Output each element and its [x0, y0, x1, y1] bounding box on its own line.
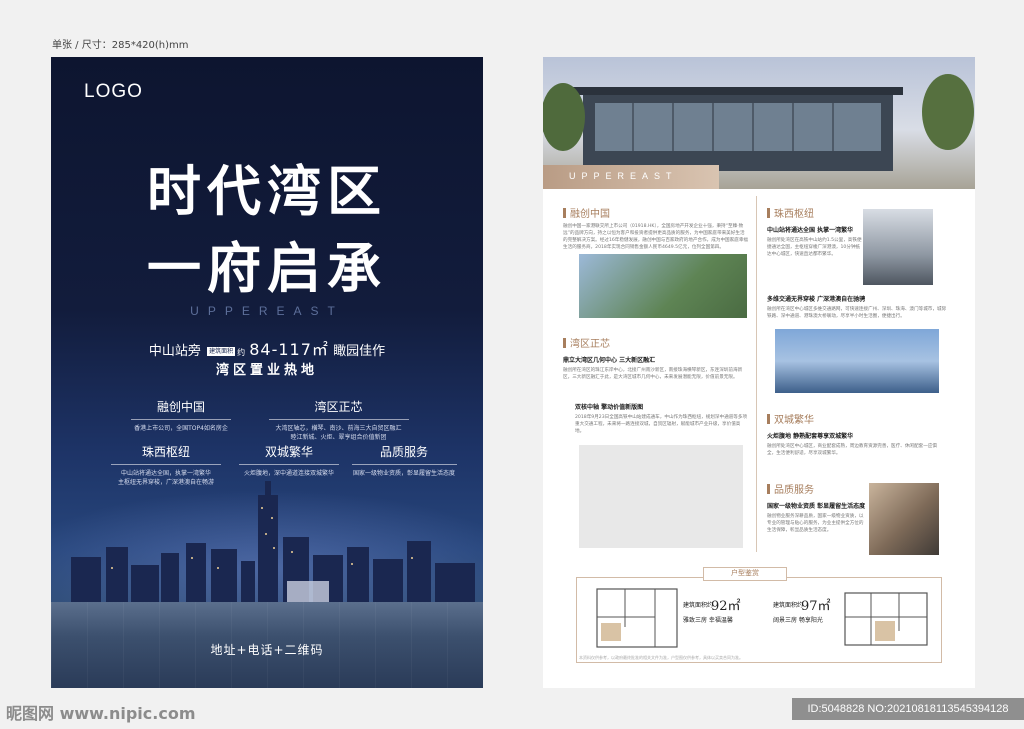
- plan-a-desc: 雅致三房 幸福温馨: [683, 617, 733, 624]
- image-placeholder: [579, 445, 743, 548]
- feature-title: 双城繁华: [264, 445, 313, 459]
- section-heading: 融创中国: [563, 205, 748, 220]
- floor-plan-a-drawing: [596, 588, 678, 648]
- heading-bar: [767, 413, 770, 424]
- aerial-photo: [579, 254, 747, 318]
- watermark-logo: 昵图网 www.nipic.com: [6, 700, 196, 724]
- station-text: 中山站旁: [148, 344, 201, 359]
- feature-desc: 大湾区轴芯，横琴、南沙、前海三大自贸区融汇 睦江新城、火炬、翠亨组合价值新团: [275, 425, 402, 441]
- area-tag: 建筑面积: [207, 347, 236, 356]
- area-prefix: 约: [237, 348, 246, 357]
- back-poster: UPPEREAST 融创中国 融创中国一家港联交所上市公司（01918.HK），…: [543, 57, 975, 688]
- feature-title: 珠西枢纽: [141, 445, 190, 459]
- section-text: 融创所在湾区中心城区多维交通路网，可快速连接广州、深圳、珠海、澳门等城市，城际铁…: [767, 307, 947, 319]
- section-heading: 品质服务: [767, 481, 867, 496]
- feature-service: 品质服务 国家一级物业资质，彰显履留生活态度: [339, 443, 469, 478]
- footer-disclaimer: 本资料仅供参考，以政府最终批准的相关文件为准，户型图仅供参考，具体以买卖合同为准…: [579, 655, 743, 660]
- section-heading: 双城繁华: [767, 411, 942, 426]
- column-divider: [756, 196, 757, 552]
- section-text: 2018年9月23日全国高铁中山站建成通车，中山作为珠西枢纽，规划深中通道等多项…: [575, 415, 748, 434]
- heading-text: 双城繁华: [774, 415, 814, 426]
- section-dual-core: 双核中轴 擎动价值新版图 2018年9月23日全国高铁中山站建成通车，中山作为珠…: [575, 397, 748, 435]
- plan-b-area: 97㎡: [801, 599, 831, 614]
- heading-text: 珠西枢纽: [774, 209, 814, 220]
- divider: [131, 419, 231, 420]
- divider: [268, 419, 409, 420]
- train-photo: [863, 209, 933, 285]
- area-suffix: 瞰园佳作: [333, 344, 386, 359]
- section-subtitle: 鼎立大湾区几何中心 三大新区融汇: [563, 357, 656, 364]
- headline-line-2: 一府启承: [147, 236, 387, 300]
- heading-bar: [767, 483, 770, 494]
- section-hub: 珠西枢纽 中山站将通达全国 执掌一湾繁华 融创所处湾区在高铁中山站约1.5公里，…: [767, 205, 862, 258]
- section-service: 品质服务 国家一级物业资质 彰显履留生活态度 融创物业服务深耕品质，国家一级物业…: [767, 481, 867, 534]
- watermark-text: 昵图网 www.nipic.com: [6, 704, 196, 723]
- plan-a-label: 建筑面积约: [683, 602, 714, 609]
- heading-bar: [563, 337, 566, 348]
- bridge-photo: [775, 329, 939, 393]
- image-id-bar: ID:5048828 NO:20210818113545394128: [792, 698, 1024, 720]
- heading-bar: [767, 207, 770, 218]
- section-transport: 多维交通无界穿梭 广深港澳自在驰骋 融创所在湾区中心城区多维交通路网，可快速连接…: [767, 289, 947, 320]
- section-heading: 湾区正芯: [563, 335, 748, 350]
- address-contact: 地址+电话+二维码: [210, 643, 324, 657]
- heading-bar: [563, 207, 566, 218]
- plan-a-area: 92㎡: [711, 599, 741, 614]
- feature-bay-core: 湾区正芯 大湾区轴芯，横琴、南沙、前海三大自贸区融汇 睦江新城、火炬、翠亨组合价…: [251, 398, 426, 442]
- headline-line-1: 时代湾区: [147, 159, 387, 223]
- feature-title: 湾区正芯: [314, 400, 363, 414]
- feature-twin-city: 双城繁华 火炬腹地，深中通道连接双城繁华: [229, 443, 349, 478]
- plan-b-desc: 阔景三房 畅享阳光: [773, 617, 823, 624]
- divider: [351, 464, 457, 465]
- front-poster: LOGO 时代湾区 一府启承 UPPEREAST 中山站旁 建筑面积约 84-1…: [51, 57, 483, 688]
- heading-text: 融创中国: [570, 209, 610, 220]
- section-twin-city: 双城繁华 火炬腹地 静熟配套尊享双城繁华 融创所处湾区中心城区，商业配套成熟，周…: [767, 411, 942, 457]
- feature-desc: 香港上市公司，全国TOP4如名房企: [134, 425, 228, 432]
- section-subtitle: 中山站将通达全国 执掌一湾繁华: [767, 227, 854, 234]
- spec-line: 单张 / 尺寸：285*420(h)mm: [52, 40, 189, 51]
- city-skyline-image: [51, 477, 483, 607]
- section-subtitle: 双核中轴 擎动价值新版图: [575, 404, 644, 411]
- english-slogan: UPPEREAST: [190, 304, 344, 318]
- divider: [111, 464, 221, 465]
- feature-title: 品质服务: [379, 445, 428, 459]
- feature-rongchuang: 融创中国 香港上市公司，全国TOP4如名房企: [121, 398, 241, 433]
- heading-text: 湾区正芯: [570, 339, 610, 350]
- floor-plan-b-drawing: [844, 592, 928, 646]
- section-subtitle: 国家一级物业资质 彰显履留生活态度: [767, 503, 866, 510]
- heading-text: 品质服务: [774, 485, 814, 496]
- section-heading: 珠西枢纽: [767, 205, 862, 220]
- section-bay-core: 湾区正芯 鼎立大湾区几何中心 三大新区融汇 融创所在湾区的珠江东岸中心，北接广州…: [563, 335, 748, 381]
- band-english: UPPEREAST: [569, 171, 678, 181]
- section-subtitle: 火炬腹地 静熟配套尊享双城繁华: [767, 433, 854, 440]
- section-text: 融创所处湾区中心城区，商业配套成熟，周边教育资源完善，医疗、休闲配套一应俱全，生…: [767, 444, 937, 456]
- plan-b-label: 建筑面积约: [773, 602, 804, 609]
- section-subtitle: 多维交通无界穿梭 广深港澳自在驰骋: [767, 296, 866, 303]
- hot-tagline: 湾区置业热地: [215, 363, 318, 378]
- section-rongchuang: 融创中国 融创中国一家港联交所上市公司（01918.HK），全国房地产开发企业十…: [563, 205, 748, 251]
- area-value: 84-117㎡: [249, 340, 329, 359]
- feature-title: 融创中国: [156, 400, 205, 414]
- section-text: 融创所处湾区在高铁中山站约1.5公里，高铁便捷通达全国，主枢纽穿梭广深港澳，10…: [767, 238, 862, 257]
- section-text: 融创物业服务深耕品质，国家一级物业资质，以专业的管理与贴心的服务，为业主提供全方…: [767, 514, 864, 533]
- service-photo: [869, 483, 939, 555]
- station-line: 中山站旁 建筑面积约 84-117㎡ 瞰园佳作: [51, 336, 483, 360]
- floor-plans-title: 户型鉴赏: [703, 567, 787, 581]
- section-text: 融创中国一家港联交所上市公司（01918.HK），全国房地产开发企业十强，秉持“…: [563, 224, 749, 250]
- section-text: 融创所在湾区的珠江东岸中心，北接广州南沙新区，南接珠海横琴新区，东连深圳前海新区…: [563, 368, 743, 380]
- logo: LOGO: [84, 81, 143, 102]
- divider: [239, 464, 339, 465]
